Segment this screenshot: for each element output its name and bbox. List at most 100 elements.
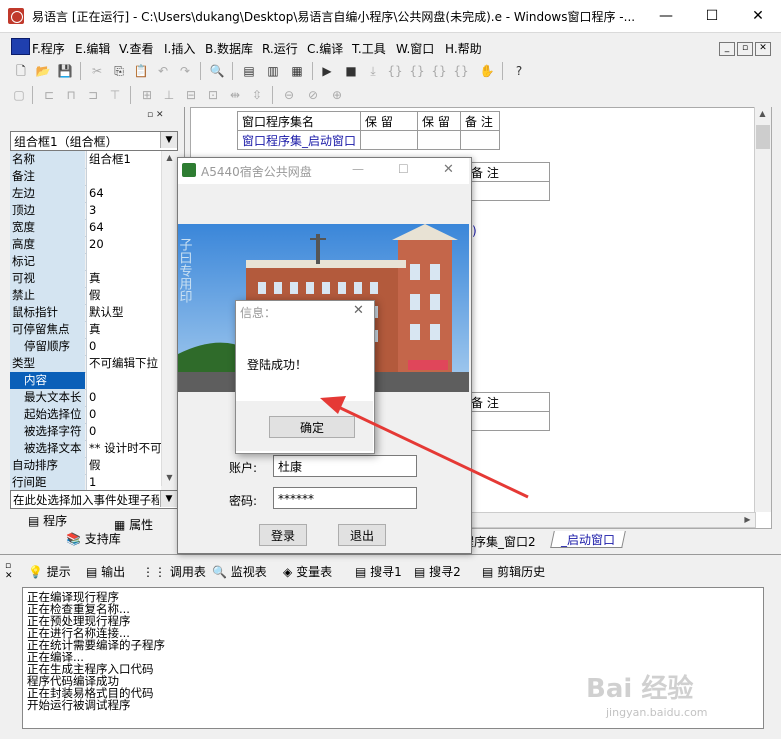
tab-search-2[interactable]: ▤ 搜寻2	[414, 563, 461, 583]
property-value[interactable]: 3	[86, 202, 161, 219]
property-row[interactable]: 类型 不可编辑下拉	[10, 355, 161, 373]
align-tool-icon[interactable]: ▢	[10, 86, 28, 104]
tab-output[interactable]: ▤ 输出	[86, 563, 125, 583]
property-value[interactable]: ** 设计时不可	[86, 440, 161, 457]
help-icon[interactable]: ?	[510, 62, 528, 80]
same-width-icon[interactable]: ⊟	[182, 86, 200, 104]
property-value[interactable]: 0	[86, 423, 161, 440]
align-middle-icon[interactable]: ⊞	[138, 86, 156, 104]
step-3-icon[interactable]: {}	[408, 62, 426, 80]
redo-icon[interactable]: ↷	[176, 62, 194, 80]
property-value[interactable]: 组合框1	[86, 151, 161, 168]
property-value[interactable]	[86, 168, 161, 185]
app-maximize-button[interactable]: ☐	[398, 162, 409, 176]
open-folder-icon[interactable]: 📂	[34, 62, 52, 80]
property-value[interactable]: 真	[86, 321, 161, 338]
v-space-icon[interactable]: ⇳	[248, 86, 266, 104]
property-value[interactable]: 默认型	[86, 304, 161, 321]
layout-2-icon[interactable]: ▥	[264, 62, 282, 80]
editor-vscroll[interactable]: ▲	[754, 107, 771, 512]
scroll-right-icon[interactable]: ▶	[740, 513, 755, 527]
property-row[interactable]: 宽度 64	[10, 219, 161, 237]
tab-support[interactable]: 📚 支持库	[66, 530, 121, 548]
menu-compile[interactable]: C.编译	[307, 40, 343, 57]
step-4-icon[interactable]: {}	[430, 62, 448, 80]
align-center-icon[interactable]: ⊓	[62, 86, 80, 104]
property-value[interactable]: 假	[86, 457, 161, 474]
tab-hint[interactable]: 💡 提示	[28, 563, 71, 583]
menu-edit[interactable]: E.编辑	[75, 40, 110, 57]
menu-view[interactable]: V.查看	[119, 40, 153, 57]
mdi-close-button[interactable]: ✕	[755, 42, 771, 56]
layout-1-icon[interactable]: ▤	[240, 62, 258, 80]
property-row[interactable]: 左边 64	[10, 185, 161, 203]
step-5-icon[interactable]: {}	[452, 62, 470, 80]
tab-program[interactable]: ▤ 程序	[28, 512, 67, 530]
property-value[interactable]: 0	[86, 389, 161, 406]
tab-clip-history[interactable]: ▤ 剪辑历史	[482, 563, 545, 583]
mdi-restore-button[interactable]: ▫	[737, 42, 753, 56]
property-row[interactable]: 被选择字符 0	[10, 423, 161, 441]
align-bottom-icon[interactable]: ⊥	[160, 86, 178, 104]
cut-icon[interactable]: ✂	[88, 62, 106, 80]
property-row[interactable]: 起始选择位 0	[10, 406, 161, 424]
property-row[interactable]: 最大文本长 0	[10, 389, 161, 407]
layout-3-icon[interactable]: ▦	[288, 62, 306, 80]
property-row[interactable]: 可停留焦点真	[10, 321, 161, 339]
property-value[interactable]: 64	[86, 219, 161, 236]
property-value[interactable]: 20	[86, 236, 161, 253]
property-value[interactable]: 64	[86, 185, 161, 202]
align-right-icon[interactable]: ⊐	[84, 86, 102, 104]
find-icon[interactable]: 🔍	[208, 62, 226, 80]
vscroll-thumb[interactable]	[756, 125, 770, 149]
property-row[interactable]: 自动排序假	[10, 457, 161, 475]
app-minimize-button[interactable]: —	[352, 162, 364, 176]
editor-tab-window2[interactable]: 程序集_窗口2	[462, 533, 536, 550]
hand-icon[interactable]: ✋	[478, 62, 496, 80]
login-button[interactable]: 登录	[259, 524, 307, 546]
scroll-down-icon[interactable]: ▼	[162, 471, 177, 485]
close-button[interactable]: ✕	[735, 0, 781, 32]
property-value[interactable]: 真	[86, 270, 161, 287]
paste-icon[interactable]: 📋	[132, 62, 150, 80]
property-row[interactable]: 鼠标指针 默认型	[10, 304, 161, 322]
v-center-icon[interactable]: ⊘	[304, 86, 322, 104]
property-row[interactable]: 高度 20	[10, 236, 161, 254]
step-2-icon[interactable]: {}	[386, 62, 404, 80]
same-height-icon[interactable]: ⊡	[204, 86, 222, 104]
property-row[interactable]: 禁止假	[10, 287, 161, 305]
mdi-minimize-button[interactable]: _	[719, 42, 735, 56]
property-value[interactable]: 假	[86, 287, 161, 304]
copy-icon[interactable]: ⎘	[110, 62, 128, 80]
align-top-icon[interactable]: ⊤	[106, 86, 124, 104]
panel-pin-icon[interactable]: ▫ ✕	[147, 110, 164, 120]
message-box-close-button[interactable]: ✕	[353, 303, 364, 318]
tab-watch[interactable]: 🔍 监视表	[212, 563, 267, 583]
property-row[interactable]: 名称 组合框1	[10, 151, 161, 169]
component-combo[interactable]: 组合框1（组合框） ▼	[10, 131, 178, 151]
undo-icon[interactable]: ↶	[154, 62, 172, 80]
property-value[interactable]	[86, 372, 161, 389]
tab-variables[interactable]: ◈ 变量表	[283, 563, 332, 583]
output-scrollbar[interactable]	[764, 587, 780, 727]
property-value[interactable]: 0	[86, 338, 161, 355]
property-row[interactable]: 顶边 3	[10, 202, 161, 220]
stop-icon[interactable]: ■	[342, 62, 360, 80]
editor-tab-start-window[interactable]: _启动窗口	[550, 531, 626, 548]
menu-database[interactable]: B.数据库	[205, 40, 253, 57]
property-row[interactable]: 备注	[10, 168, 161, 186]
property-row[interactable]: 被选择文本 ** 设计时不可	[10, 440, 161, 458]
tab-call-stack[interactable]: ⋮⋮ 调用表	[142, 563, 206, 583]
property-row[interactable]: 可视真	[10, 270, 161, 288]
menu-insert[interactable]: I.插入	[164, 40, 195, 57]
tab-search-1[interactable]: ▤ 搜寻1	[355, 563, 402, 583]
new-file-icon[interactable]: 🗋	[12, 62, 30, 80]
assembly-name-cell[interactable]: 窗口程序集_启动窗口	[236, 130, 362, 150]
property-row[interactable]: 停留顺序 0	[10, 338, 161, 356]
menu-run[interactable]: R.运行	[262, 40, 298, 57]
app-close-button[interactable]: ✕	[443, 162, 454, 177]
menu-window[interactable]: W.窗口	[396, 40, 434, 57]
h-space-icon[interactable]: ⇹	[226, 86, 244, 104]
property-value[interactable]	[86, 253, 161, 270]
bottom-panel-pin-icon[interactable]: ▫ ✕	[5, 561, 13, 581]
